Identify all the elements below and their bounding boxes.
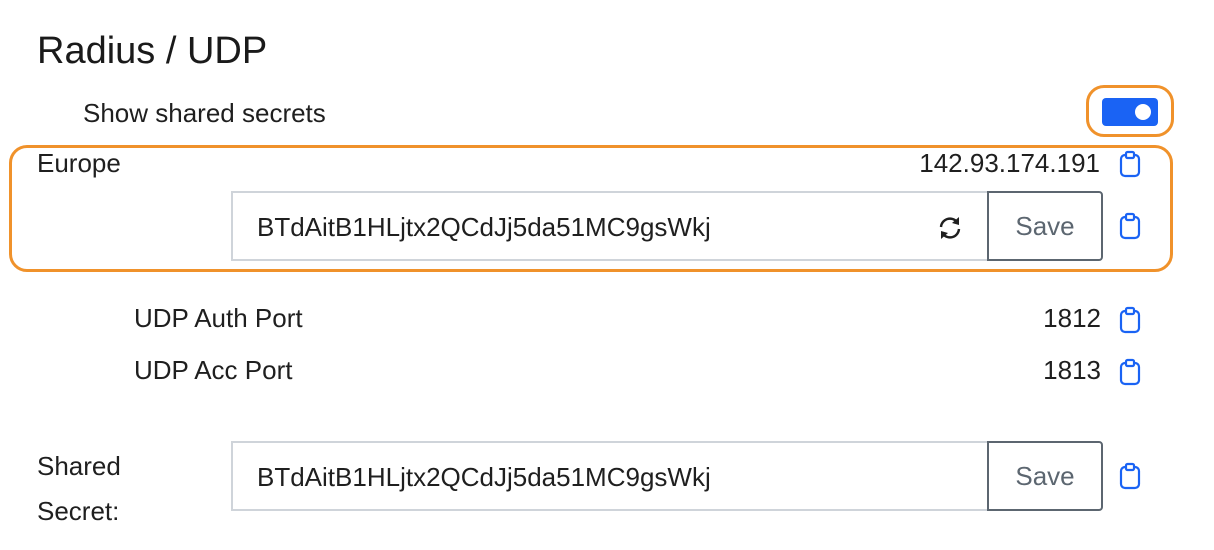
page-title: Radius / UDP xyxy=(37,30,268,72)
region-secret-input[interactable]: BTdAitB1HLjtx2QCdJj5da51MC9gsWkj xyxy=(231,191,989,261)
shared-secret-save-button[interactable]: Save xyxy=(987,441,1103,511)
show-shared-secrets-toggle[interactable] xyxy=(1102,98,1158,126)
region-save-button[interactable]: Save xyxy=(987,191,1103,261)
clipboard-icon[interactable] xyxy=(1118,358,1142,386)
shared-secret-label-line1: Shared xyxy=(37,451,121,481)
region-name: Europe xyxy=(37,148,121,178)
clipboard-icon[interactable] xyxy=(1118,462,1142,490)
show-shared-secrets-label: Show shared secrets xyxy=(83,98,326,128)
port-label-auth: UDP Auth Port xyxy=(134,303,303,333)
port-value-acc: 1813 xyxy=(1043,355,1101,385)
port-label-acc: UDP Acc Port xyxy=(134,355,293,385)
toggle-knob xyxy=(1135,104,1151,120)
region-secret-value: BTdAitB1HLjtx2QCdJj5da51MC9gsWkj xyxy=(257,212,711,242)
clipboard-icon[interactable] xyxy=(1118,150,1142,178)
port-value-auth: 1812 xyxy=(1043,303,1101,333)
shared-secret-label-line2: Secret: xyxy=(37,496,120,526)
shared-secret-input[interactable]: BTdAitB1HLjtx2QCdJj5da51MC9gsWkj xyxy=(231,441,989,511)
clipboard-icon[interactable] xyxy=(1118,306,1142,334)
shared-secret-value: BTdAitB1HLjtx2QCdJj5da51MC9gsWkj xyxy=(257,462,711,492)
refresh-icon[interactable] xyxy=(935,213,965,243)
region-ip: 142.93.174.191 xyxy=(919,148,1100,178)
clipboard-icon[interactable] xyxy=(1118,212,1142,240)
